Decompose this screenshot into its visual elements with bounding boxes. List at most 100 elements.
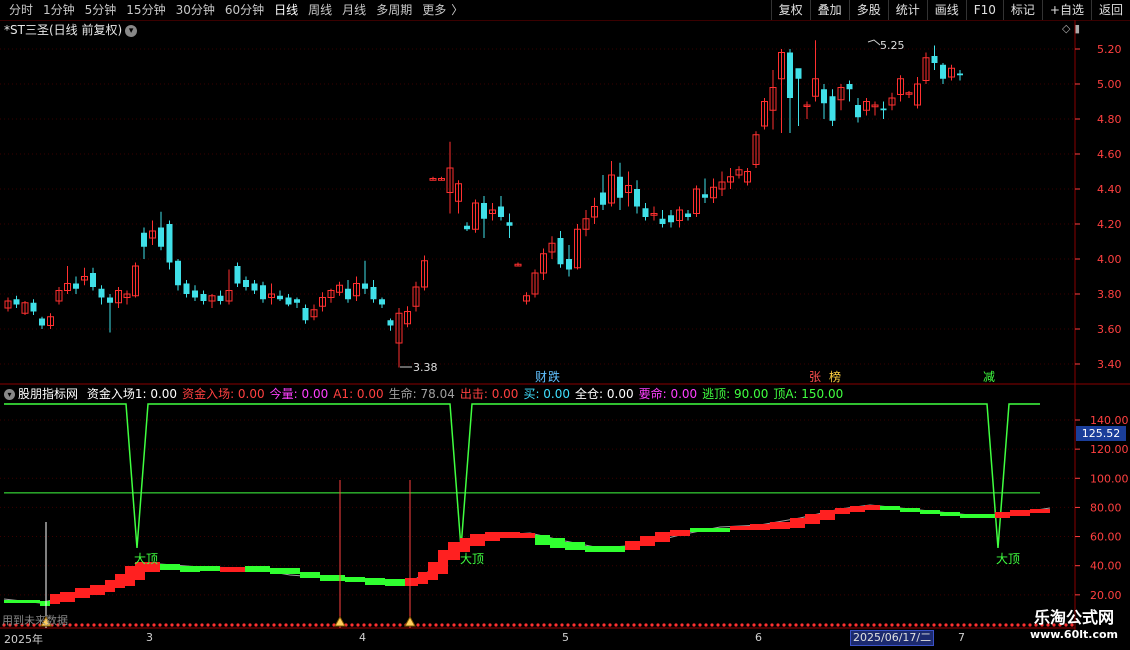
baseline-dot bbox=[380, 623, 384, 627]
kline-chart-area[interactable]: 5.20 5.00 4.80 4.60 4.40 4.20 4.00 3.80 3.60 3.40… bbox=[0, 0, 1130, 650]
ribbon-block bbox=[730, 526, 750, 530]
candle-body bbox=[940, 64, 946, 79]
baseline-dot bbox=[518, 623, 522, 627]
baseline-dot bbox=[866, 623, 870, 627]
top-a-line bbox=[4, 403, 1040, 549]
candle-body bbox=[98, 288, 105, 298]
baseline-dot bbox=[374, 623, 378, 627]
date-label-4: 6 bbox=[755, 631, 762, 644]
baseline-dot bbox=[506, 623, 510, 627]
baseline-dot bbox=[992, 623, 996, 627]
baseline-dot bbox=[386, 623, 390, 627]
candle-body bbox=[345, 288, 351, 300]
candle-body bbox=[702, 194, 708, 198]
baseline-dot bbox=[602, 623, 606, 627]
price-tick-8: 3.60 bbox=[1097, 323, 1122, 336]
top-label-1: 大顶 bbox=[460, 552, 484, 566]
baseline-dot bbox=[1010, 623, 1014, 627]
baseline-dot bbox=[272, 623, 276, 627]
ribbon-block bbox=[820, 510, 835, 520]
baseline-dot bbox=[224, 623, 228, 627]
baseline-dot bbox=[476, 623, 480, 627]
ribbon-block bbox=[270, 568, 300, 574]
baseline-dot bbox=[818, 623, 822, 627]
baseline-dot bbox=[188, 623, 192, 627]
ribbon-block bbox=[1030, 509, 1050, 513]
price-tick-7: 3.80 bbox=[1097, 288, 1122, 301]
ribbon-block bbox=[710, 528, 730, 532]
candle-body bbox=[107, 297, 113, 303]
baseline-dot bbox=[284, 623, 288, 627]
baseline-dot bbox=[650, 623, 654, 627]
baseline-dot bbox=[788, 623, 792, 627]
ribbon-block bbox=[770, 522, 790, 529]
ribbon-block bbox=[640, 536, 655, 546]
ribbon-block bbox=[625, 541, 640, 550]
baseline-dot bbox=[326, 623, 330, 627]
baseline-dot bbox=[116, 623, 120, 627]
baseline-dot bbox=[710, 623, 714, 627]
baseline-dot bbox=[458, 623, 462, 627]
baseline-dot bbox=[182, 623, 186, 627]
chevron-down-icon[interactable]: ▾ bbox=[4, 389, 15, 400]
baseline-dot bbox=[104, 623, 108, 627]
candle-body bbox=[506, 222, 513, 226]
baseline-dot bbox=[980, 623, 984, 627]
baseline-dot bbox=[974, 623, 978, 627]
indicator-field-7: 全仓: 0.00 bbox=[575, 387, 634, 401]
baseline-dot bbox=[80, 623, 84, 627]
candle-body bbox=[617, 176, 623, 198]
date-label-0: 2025年 bbox=[4, 633, 43, 646]
date-label-5: 7 bbox=[958, 631, 965, 644]
ind-tick-1: 120.00 bbox=[1090, 443, 1129, 456]
candle-body bbox=[183, 283, 190, 294]
signal-triangle-2 bbox=[404, 615, 416, 627]
price-tick-6: 4.00 bbox=[1097, 253, 1122, 266]
signal-triangle-1 bbox=[334, 615, 346, 627]
candle-body bbox=[634, 189, 640, 207]
baseline-dot bbox=[914, 623, 918, 627]
baseline-dot bbox=[956, 623, 960, 627]
ribbon-block bbox=[605, 546, 625, 552]
candle-body bbox=[931, 56, 938, 63]
candle-body bbox=[175, 260, 181, 286]
baseline-dot bbox=[68, 623, 72, 627]
baseline-dot bbox=[812, 623, 816, 627]
baseline-dot bbox=[764, 623, 768, 627]
candle-body bbox=[668, 215, 674, 223]
candle-body bbox=[217, 295, 224, 301]
baseline-dot bbox=[98, 623, 102, 627]
baseline-dot bbox=[392, 623, 396, 627]
baseline-dot bbox=[566, 623, 570, 627]
candle-body bbox=[302, 308, 309, 321]
ind-tick-5: 40.00 bbox=[1090, 560, 1122, 573]
ribbon-block bbox=[470, 534, 485, 546]
candle-body bbox=[855, 105, 861, 118]
price-tick-3: 4.60 bbox=[1097, 148, 1122, 161]
baseline-dot bbox=[416, 623, 420, 627]
ribbon-block bbox=[850, 506, 865, 512]
baseline-dot bbox=[752, 623, 756, 627]
baseline-dot bbox=[146, 623, 150, 627]
baseline-dot bbox=[734, 623, 738, 627]
ribbon-block bbox=[460, 538, 470, 552]
candle-body bbox=[821, 89, 827, 104]
baseline-dot bbox=[470, 623, 474, 627]
price-tick-0: 5.20 bbox=[1097, 43, 1122, 56]
baseline-dot bbox=[896, 623, 900, 627]
candle-body bbox=[39, 318, 45, 326]
ind-tick-4: 60.00 bbox=[1090, 531, 1122, 544]
candle-body bbox=[379, 299, 385, 305]
event-marker-3: 榜 bbox=[829, 369, 841, 384]
ribbon-block bbox=[90, 585, 105, 595]
baseline-dot bbox=[692, 623, 696, 627]
ribbon-block bbox=[365, 578, 385, 585]
baseline-dot bbox=[728, 623, 732, 627]
ribbon-block bbox=[160, 564, 180, 570]
indicator-field-4: 生命: 78.04 bbox=[388, 387, 455, 401]
ribbon-block bbox=[485, 532, 500, 541]
baseline-dot bbox=[962, 623, 966, 627]
candle-body bbox=[685, 213, 691, 217]
indicator-field-9: 逃顶: 90.00 bbox=[702, 387, 769, 401]
ribbon-block bbox=[105, 580, 115, 592]
